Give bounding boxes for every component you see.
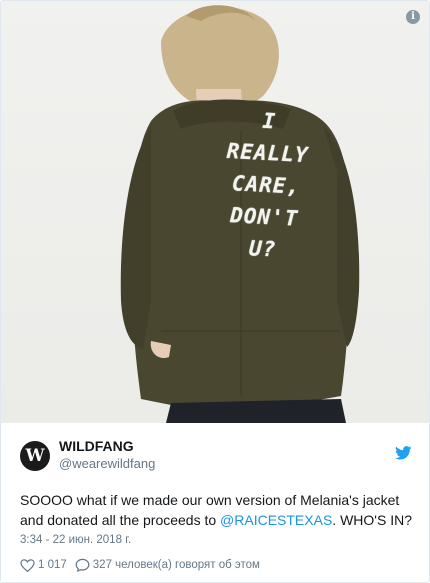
tweet-photo[interactable]: I REALLY CARE, DON'T U? i <box>1 1 429 423</box>
twitter-bird-icon[interactable] <box>395 446 412 460</box>
tweet-timestamp[interactable]: 3:34 - 22 июн. 2018 г. <box>20 534 131 546</box>
reply-discussion-link[interactable]: 327 человек(а) говорят об этом <box>75 558 260 572</box>
like-button[interactable]: 1 017 <box>20 558 67 572</box>
avatar[interactable]: W <box>20 441 50 471</box>
tweet-text-end: . WHO'S IN? <box>332 512 412 528</box>
user-handle[interactable]: @wearewildfang <box>59 456 155 471</box>
jacket-slogan: I REALLY CARE, DON'T U? <box>197 102 335 269</box>
tweet-card: I REALLY CARE, DON'T U? i W WILDFANG @we… <box>0 0 430 583</box>
display-name[interactable]: WILDFANG <box>59 438 134 454</box>
info-icon[interactable]: i <box>406 10 420 24</box>
tweet-actions: 1 017 327 человек(а) говорят об этом <box>20 557 268 573</box>
speech-bubble-icon <box>75 558 90 572</box>
discussion-count: 327 человек(а) говорят об этом <box>92 559 260 571</box>
mention-link[interactable]: @RAICESTEXAS <box>220 512 332 528</box>
like-count: 1 017 <box>38 559 67 571</box>
tweet-text: SOOOO what if we made our own version of… <box>20 490 420 530</box>
jacket-line: U? <box>248 236 277 262</box>
tweet-header: W WILDFANG @wearewildfang <box>20 438 412 478</box>
heart-icon <box>20 558 35 572</box>
